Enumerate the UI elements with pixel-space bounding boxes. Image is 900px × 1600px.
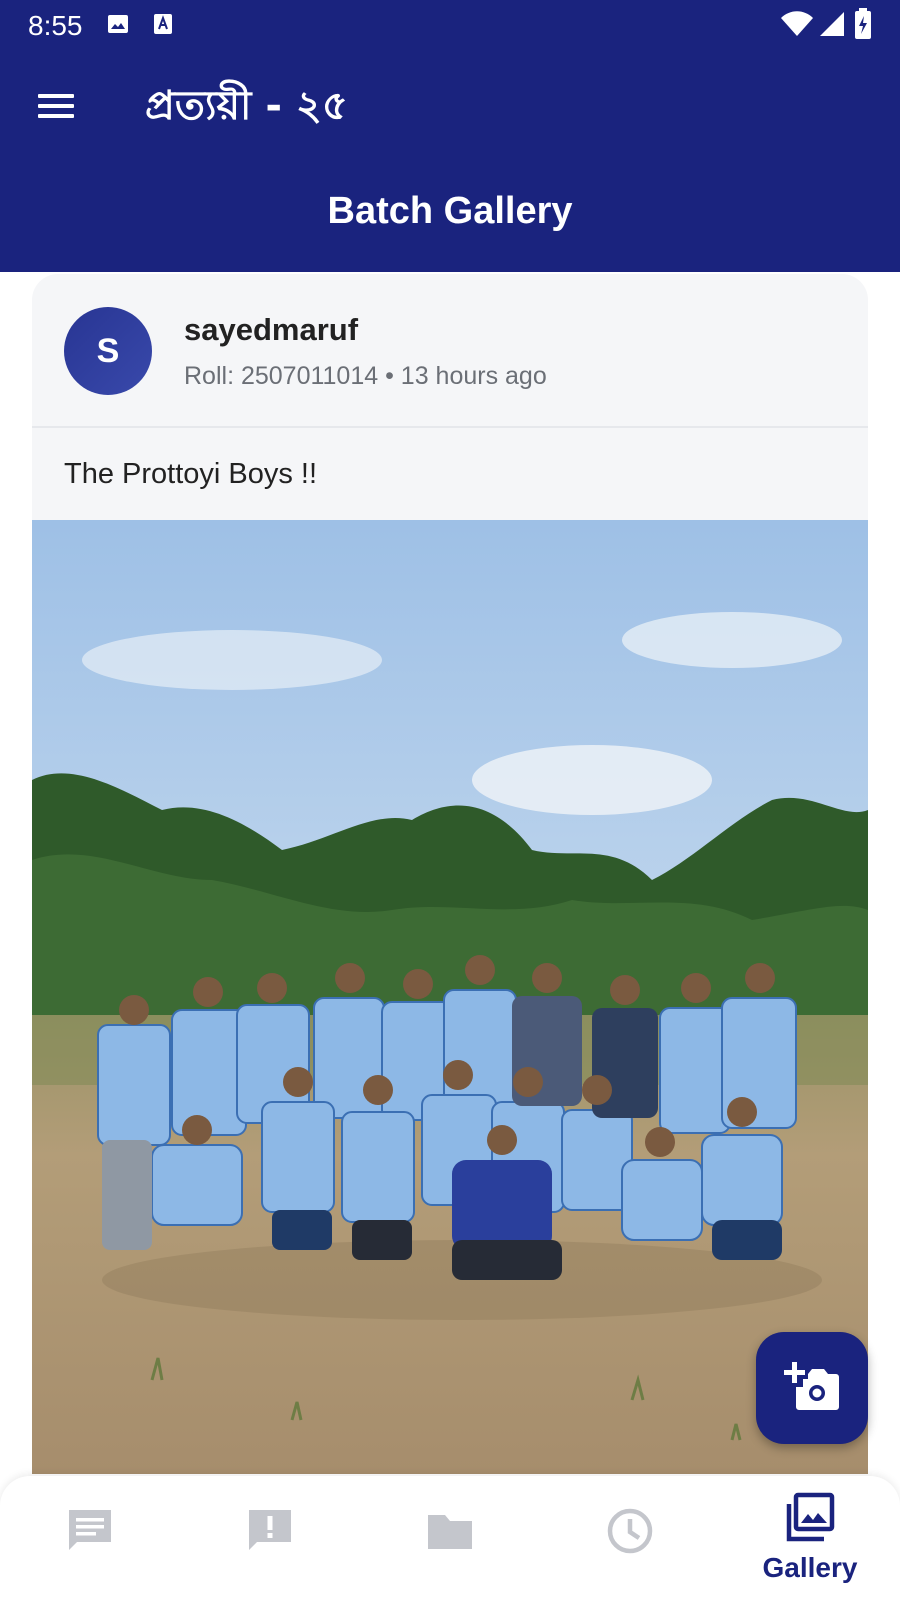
gallery-icon	[786, 1492, 835, 1542]
post-meta: Roll: 2507011014 • 13 hours ago	[184, 362, 547, 390]
post-card: S sayedmaruf Roll: 2507011014 • 13 hours…	[32, 274, 868, 1474]
signal-icon	[820, 12, 844, 36]
nav-item-history[interactable]	[540, 1476, 720, 1600]
nav-item-report[interactable]	[180, 1476, 360, 1600]
menu-line	[38, 104, 74, 108]
status-time: 8:55	[28, 10, 83, 41]
top-app-bar: 8:55 প্রত্যয়ী - ২৫ Batch Gallery	[0, 0, 900, 272]
battery-icon	[855, 8, 871, 39]
bottom-navigation: Gallery	[0, 1476, 900, 1600]
post-header: S sayedmaruf Roll: 2507011014 • 13 hours…	[32, 274, 868, 428]
post-caption: The Prottoyi Boys !!	[64, 458, 318, 490]
app-bar: প্রত্যয়ী - ২৫	[0, 60, 900, 150]
menu-line	[38, 94, 74, 98]
post-username[interactable]: sayedmaruf	[184, 312, 358, 348]
app-title: প্রত্যয়ী - ২৫	[145, 83, 348, 129]
nav-item-folder[interactable]	[360, 1476, 540, 1600]
chat-icon	[69, 1510, 111, 1550]
add-photo-button[interactable]	[756, 1332, 868, 1444]
image-notification-icon	[108, 15, 128, 33]
report-icon	[249, 1510, 291, 1550]
nav-item-gallery[interactable]: Gallery	[720, 1476, 900, 1600]
nav-item-chat[interactable]	[0, 1476, 180, 1600]
wifi-icon	[781, 11, 813, 36]
folder-icon	[428, 1515, 472, 1549]
menu-button[interactable]	[26, 76, 86, 136]
menu-line	[38, 114, 74, 118]
clock-icon	[607, 1508, 653, 1554]
nav-label-gallery: Gallery	[762, 1552, 858, 1583]
page-title: Batch Gallery	[327, 190, 573, 232]
post-photo[interactable]	[32, 520, 868, 1474]
group-photo-image	[32, 520, 868, 1474]
avatar[interactable]: S	[64, 307, 152, 395]
status-bar: 8:55	[0, 0, 900, 50]
keyboard-a-icon	[154, 14, 172, 34]
add-photo-icon	[784, 1362, 839, 1410]
